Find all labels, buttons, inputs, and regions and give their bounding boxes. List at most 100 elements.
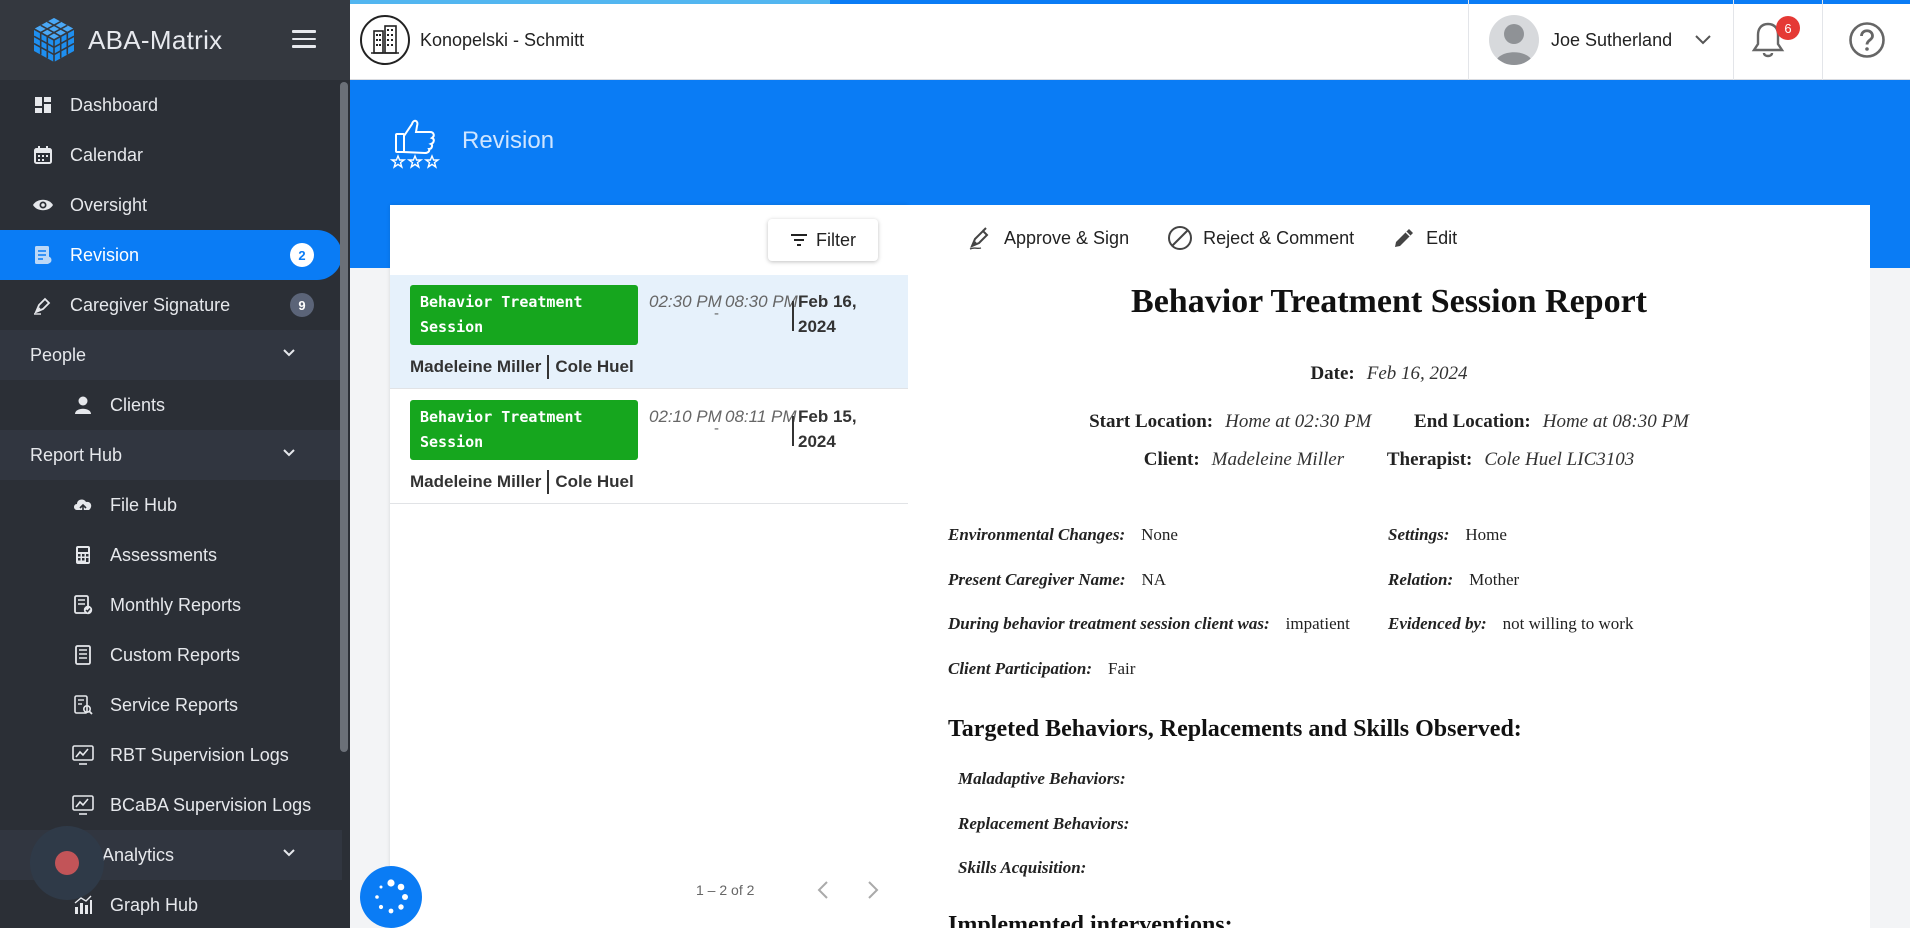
client-name: Madeleine Miller — [410, 472, 542, 491]
sidebar-scrollbar[interactable] — [340, 82, 348, 752]
previous-page-icon[interactable] — [815, 879, 831, 901]
help-button[interactable] — [1822, 0, 1910, 80]
date-label: Date: — [1310, 363, 1355, 384]
sidebar-item-label: Graph Hub — [110, 894, 199, 915]
sidebar-item-label: Custom Reports — [110, 644, 241, 665]
record-dot-icon — [55, 851, 79, 875]
reject-comment-button[interactable]: Reject & Comment — [1167, 225, 1354, 251]
replacement-behaviors-label: Replacement Behaviors: — [958, 814, 1130, 833]
help-icon — [1848, 22, 1885, 58]
sidebar-item-label: RBT Supervision Logs — [110, 744, 289, 765]
sidebar-nav: Dashboard Calendar Oversight Revision 2 … — [0, 80, 342, 928]
sidebar-item-label: Caregiver Signature — [70, 294, 231, 315]
pagination-range: 1 – 2 of 2 — [696, 882, 755, 898]
sidebar-item-calendar[interactable]: Calendar — [0, 130, 342, 180]
avatar — [1489, 15, 1539, 65]
session-list-panel: Filter Behavior Treatment Session 02:30 … — [390, 205, 908, 928]
sidebar-item-assessments[interactable]: Assessments — [0, 530, 342, 580]
organization-logo-icon — [360, 15, 410, 65]
monitor-chart-icon — [72, 744, 94, 766]
session-date: Feb 15, 2024 — [798, 407, 857, 451]
chevron-down-icon — [283, 449, 295, 457]
pen-icon — [32, 294, 54, 316]
sidebar-item-rbt-supervision-logs[interactable]: RBT Supervision Logs — [0, 730, 342, 780]
revision-count-badge: 2 — [290, 243, 314, 267]
sidebar-item-label: Clients — [110, 394, 166, 415]
sidebar-item-oversight[interactable]: Oversight — [0, 180, 342, 230]
list-item[interactable]: Behavior Treatment Session 02:30 PM - 08… — [390, 275, 908, 389]
sidebar-item-service-reports[interactable]: Service Reports — [0, 680, 342, 730]
approve-sign-label: Approve & Sign — [1004, 227, 1130, 248]
filter-label: Filter — [816, 229, 856, 250]
app-logo-icon — [33, 18, 75, 62]
top-bar: Konopelski - Schmitt Joe Sutherland 6 — [350, 0, 1910, 80]
session-type-tag: Behavior Treatment Session — [410, 400, 638, 460]
session-type-tag: Behavior Treatment Session — [410, 285, 638, 345]
pencil-icon — [1395, 229, 1414, 247]
block-icon — [1168, 226, 1193, 250]
client-participation-field: Client Participation: Fair — [948, 659, 1136, 678]
next-page-icon[interactable] — [865, 879, 881, 901]
approve-sign-button[interactable]: Approve & Sign — [968, 226, 1129, 250]
page-title: Revision — [462, 127, 555, 154]
sidebar-section-report-hub[interactable]: Report Hub — [0, 430, 342, 480]
divider — [792, 416, 794, 446]
filter-button[interactable]: Filter — [768, 219, 878, 261]
date-value: Feb 16, 2024 — [1366, 363, 1468, 384]
loading-spinner-button[interactable] — [360, 866, 422, 928]
sidebar-item-label: Assessments — [110, 544, 218, 565]
report-title: Behavior Treatment Session Report — [1131, 283, 1647, 320]
relation-field: Relation: Mother — [1388, 570, 1520, 589]
sidebar-item-custom-reports[interactable]: Custom Reports — [0, 630, 342, 680]
report-date-row: Date: Feb 16, 2024 — [908, 363, 1870, 385]
sidebar-section-label: People — [30, 344, 87, 365]
cloud-icon — [72, 494, 94, 516]
sidebar-item-caregiver-signature[interactable]: Caregiver Signature 9 — [0, 280, 342, 330]
record-button[interactable] — [30, 826, 104, 900]
monitor-chart-icon — [72, 794, 94, 816]
calendar-icon — [32, 144, 54, 166]
report-icon — [72, 644, 94, 666]
sidebar-item-file-hub[interactable]: File Hub — [0, 480, 342, 530]
client-name: Madeleine Miller — [410, 357, 542, 376]
list-item[interactable]: Behavior Treatment Session 02:10 PM - 08… — [390, 390, 908, 504]
sidebar-item-label: Monthly Reports — [110, 594, 242, 615]
targeted-behaviors-heading: Targeted Behaviors, Replacements and Ski… — [948, 716, 1522, 742]
session-start-time: 02:10 PM — [649, 407, 722, 426]
spinner-icon — [375, 879, 408, 914]
organization[interactable]: Konopelski - Schmitt — [360, 15, 584, 65]
chevron-down-icon — [1695, 35, 1711, 45]
session-participants: Madeleine Miller Cole Huel — [410, 470, 634, 494]
user-menu[interactable]: Joe Sutherland — [1468, 0, 1734, 80]
sidebar-item-label: Revision — [70, 244, 140, 265]
start-location-value: Home at 02:30 PM — [1225, 411, 1372, 432]
evidenced-by-field: Evidenced by: not willing to work — [1388, 614, 1634, 633]
session-start-time: 02:30 PM — [649, 292, 722, 311]
sidebar-item-label: File Hub — [110, 494, 178, 515]
implemented-interventions-heading: Implemented interventions: — [948, 912, 1233, 928]
sidebar-header: ABA-Matrix — [0, 0, 350, 80]
caregiver-name-field: Present Caregiver Name: NA — [948, 570, 1167, 589]
sidebar: ABA-Matrix Dashboard Calendar Oversight … — [0, 0, 350, 928]
sidebar-item-monthly-reports[interactable]: Monthly Reports — [0, 580, 342, 630]
person-icon — [72, 394, 94, 416]
sidebar-item-dashboard[interactable]: Dashboard — [0, 80, 342, 130]
edit-label: Edit — [1426, 227, 1458, 248]
report-panel: Approve & Sign Reject & Comment Edit Beh… — [908, 205, 1870, 928]
client-label: Client: — [1143, 449, 1200, 470]
menu-toggle-icon[interactable] — [292, 30, 316, 48]
sidebar-item-clients[interactable]: Clients — [0, 380, 342, 430]
end-location-label: End Location: — [1414, 411, 1531, 432]
notifications-button[interactable]: 6 — [1750, 16, 1800, 60]
start-location-label: Start Location: — [1089, 411, 1214, 432]
therapist-name: Cole Huel — [555, 357, 634, 376]
sidebar-item-bcaba-supervision-logs[interactable]: BCaBA Supervision Logs — [0, 780, 342, 830]
report-location-row: Start Location: Home at 02:30 PM End Loca… — [908, 411, 1870, 433]
session-date: Feb 16, 2024 — [798, 292, 857, 336]
sidebar-item-revision[interactable]: Revision 2 — [0, 230, 342, 280]
edit-button[interactable]: Edit — [1392, 226, 1457, 250]
reject-comment-label: Reject & Comment — [1203, 227, 1355, 248]
sidebar-section-people[interactable]: People — [0, 330, 342, 380]
calculator-icon — [72, 544, 94, 566]
divider — [547, 355, 550, 379]
